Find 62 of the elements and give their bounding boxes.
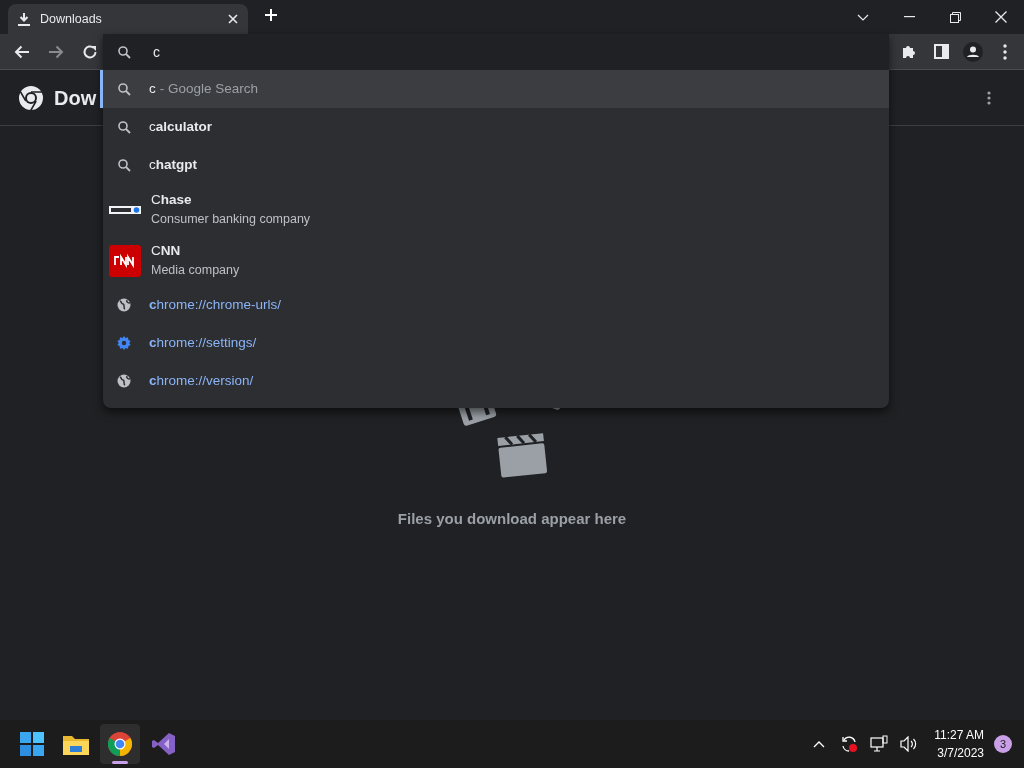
speaker-icon xyxy=(900,736,919,752)
bank-logo-icon xyxy=(109,205,141,214)
side-panel-icon xyxy=(933,44,949,59)
suggestion-title: CNN xyxy=(151,242,182,260)
minimize-icon xyxy=(903,16,915,18)
suggestion-row[interactable]: calculator xyxy=(100,108,889,146)
page-title: Dow xyxy=(54,85,97,111)
sync-icon xyxy=(840,735,859,753)
plus-icon xyxy=(265,9,277,21)
chevron-down-icon xyxy=(857,13,869,21)
infinity-logo-icon xyxy=(152,732,176,756)
clock-time: 11:27 AM xyxy=(934,727,984,744)
suggestion-row[interactable]: chrome://settings/ xyxy=(100,324,889,362)
person-icon xyxy=(963,41,983,62)
search-icon xyxy=(117,158,131,172)
forward-arrow-icon xyxy=(48,44,64,59)
download-icon xyxy=(18,12,30,26)
clock-date: 3/7/2023 xyxy=(936,745,984,762)
restore-icon xyxy=(949,11,961,23)
chrome-logo-icon xyxy=(18,84,44,111)
kebab-menu-icon xyxy=(1003,43,1007,60)
chrome-button[interactable] xyxy=(100,724,140,764)
suggestion-row[interactable]: c - Google Search xyxy=(100,70,889,108)
suggestion-row[interactable]: chrome://version/ xyxy=(100,362,889,400)
suggestion-row[interactable]: chrome://chrome-urls/ xyxy=(100,286,889,324)
close-icon xyxy=(995,11,1007,23)
suggestion-text: c xyxy=(149,79,156,98)
chrome-logo-icon xyxy=(108,732,132,756)
suggestion-title: Chase xyxy=(151,191,193,209)
back-arrow-icon xyxy=(14,44,30,59)
chevron-up-icon xyxy=(813,740,826,748)
folder-icon xyxy=(63,733,89,755)
suggestion-row[interactable]: CNN Media company xyxy=(100,235,889,286)
search-icon xyxy=(117,45,131,59)
search-icon xyxy=(117,120,131,134)
gear-icon xyxy=(117,336,131,350)
empty-state-message: Files you download appear here xyxy=(397,509,627,529)
address-field[interactable]: c xyxy=(153,41,753,63)
suggestion-url: chrome://chrome-urls/ xyxy=(149,295,282,314)
windows-logo-icon xyxy=(20,732,44,756)
browser-tab[interactable]: Downloads xyxy=(8,4,248,34)
network-icon xyxy=(870,735,889,753)
globe-icon xyxy=(117,374,131,388)
tab-title: Downloads xyxy=(40,10,103,28)
puzzle-icon xyxy=(901,44,917,59)
suggestion-subtitle: Consumer banking company xyxy=(151,211,311,229)
reload-icon xyxy=(82,43,98,60)
globe-icon xyxy=(117,298,131,312)
search-icon xyxy=(117,82,131,96)
suggestion-text: calculator xyxy=(149,117,213,136)
kebab-menu-icon xyxy=(987,90,991,105)
suggestion-text: chatgpt xyxy=(149,155,197,174)
news-logo-icon xyxy=(109,244,141,277)
suggestion-url: chrome://settings/ xyxy=(149,333,257,352)
suggestion-hint: - Google Search xyxy=(159,79,259,98)
suggestion-row[interactable]: Chase Consumer banking company xyxy=(100,184,889,235)
address-bar[interactable]: c xyxy=(103,34,889,70)
suggestion-row[interactable]: chatgpt xyxy=(100,146,889,184)
suggestion-subtitle: Media company xyxy=(151,262,240,280)
close-icon[interactable] xyxy=(228,14,238,24)
suggestion-url: chrome://version/ xyxy=(149,371,254,390)
notification-count: 3 xyxy=(994,735,1012,753)
